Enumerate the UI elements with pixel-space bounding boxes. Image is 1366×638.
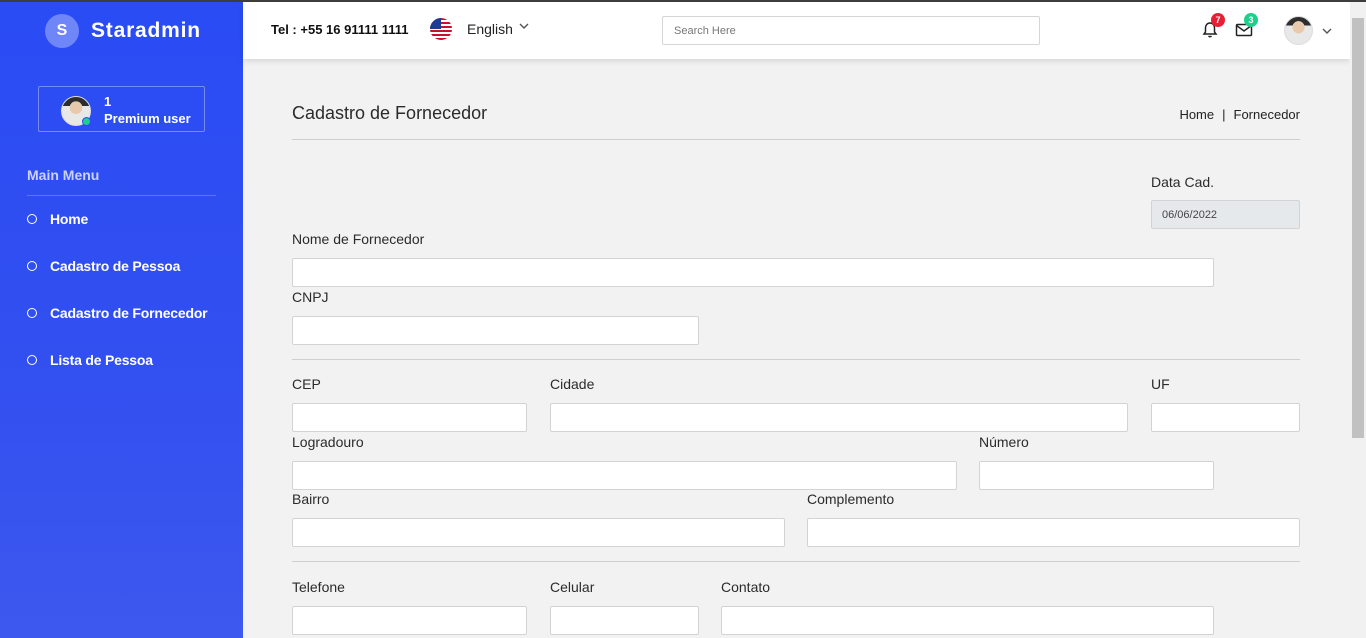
title-divider <box>292 139 1300 140</box>
celular-input[interactable] <box>550 606 699 635</box>
brand[interactable]: S Staradmin <box>45 14 201 48</box>
main-menu-title: Main Menu <box>27 167 100 183</box>
contato-label: Contato <box>721 579 771 595</box>
brand-name: Staradmin <box>91 19 201 42</box>
complemento-label: Complemento <box>807 491 895 507</box>
sidebar-item-label: Cadastro de Fornecedor <box>50 305 208 321</box>
logradouro-label: Logradouro <box>292 434 364 450</box>
circle-bullet-icon <box>27 355 37 365</box>
nome-fornecedor-label: Nome de Fornecedor <box>292 231 425 247</box>
contato-input[interactable] <box>721 606 1214 635</box>
data-cad-label: Data Cad. <box>1151 174 1215 190</box>
online-status-icon <box>82 117 91 126</box>
breadcrumb-home-link[interactable]: Home <box>1179 107 1214 122</box>
uf-label: UF <box>1151 376 1170 392</box>
nome-fornecedor-input[interactable] <box>292 258 1214 287</box>
user-role: Premium user <box>104 111 191 126</box>
circle-bullet-icon <box>27 308 37 318</box>
breadcrumb-current: Fornecedor <box>1233 107 1300 122</box>
cep-label: CEP <box>292 376 321 392</box>
sidebar-item-cadastro-fornecedor[interactable]: Cadastro de Fornecedor <box>27 303 208 323</box>
section-divider <box>292 359 1300 360</box>
circle-bullet-icon <box>27 214 37 224</box>
avatar[interactable] <box>1284 16 1313 45</box>
cnpj-label: CNPJ <box>292 289 329 305</box>
cidade-input[interactable] <box>550 403 1128 432</box>
breadcrumb: Home | Fornecedor <box>1179 107 1300 122</box>
section-divider <box>292 561 1300 562</box>
us-flag-icon[interactable] <box>430 18 452 40</box>
sidebar-item-label: Cadastro de Pessoa <box>50 258 181 274</box>
telefone-input[interactable] <box>292 606 527 635</box>
sidebar-item-label: Lista de Pessoa <box>50 352 153 368</box>
numero-label: Número <box>979 434 1029 450</box>
scrollbar-thumb[interactable] <box>1352 18 1364 438</box>
telefone-label: Telefone <box>292 579 345 595</box>
window-top-border <box>0 0 1366 2</box>
user-name: 1 <box>104 94 112 109</box>
numero-input[interactable] <box>979 461 1214 490</box>
data-cad-field[interactable] <box>1151 200 1300 229</box>
message-count-badge: 3 <box>1244 13 1258 27</box>
sidebar-item-cadastro-pessoa[interactable]: Cadastro de Pessoa <box>27 256 180 276</box>
sidebar: S Staradmin 1 Premium user Main Menu Hom… <box>0 2 243 638</box>
sidebar-item-lista-pessoa[interactable]: Lista de Pessoa <box>27 350 153 370</box>
cidade-label: Cidade <box>550 376 595 392</box>
breadcrumb-separator: | <box>1222 107 1226 122</box>
uf-input[interactable] <box>1151 403 1300 432</box>
top-navbar: Tel : +55 16 91111 1111 English 7 3 <box>243 2 1350 59</box>
chevron-down-icon[interactable] <box>1321 25 1333 37</box>
notification-count-badge: 7 <box>1211 13 1225 27</box>
sidebar-item-home[interactable]: Home <box>27 209 88 229</box>
menu-divider <box>27 195 216 196</box>
telephone-text: Tel : +55 16 91111 1111 <box>271 22 409 37</box>
cnpj-input[interactable] <box>292 316 699 345</box>
celular-label: Celular <box>550 579 595 595</box>
sidebar-item-label: Home <box>50 211 89 227</box>
complemento-input[interactable] <box>807 518 1300 547</box>
page-title: Cadastro de Fornecedor <box>292 103 488 123</box>
brand-logo-icon: S <box>45 14 79 48</box>
logradouro-input[interactable] <box>292 461 957 490</box>
bairro-label: Bairro <box>292 491 330 507</box>
language-selector[interactable]: English <box>467 21 513 37</box>
chevron-down-icon[interactable] <box>518 20 530 32</box>
search-input[interactable] <box>662 16 1040 45</box>
bairro-input[interactable] <box>292 518 785 547</box>
circle-bullet-icon <box>27 261 37 271</box>
user-profile-card[interactable]: 1 Premium user <box>38 86 205 132</box>
cep-input[interactable] <box>292 403 527 432</box>
